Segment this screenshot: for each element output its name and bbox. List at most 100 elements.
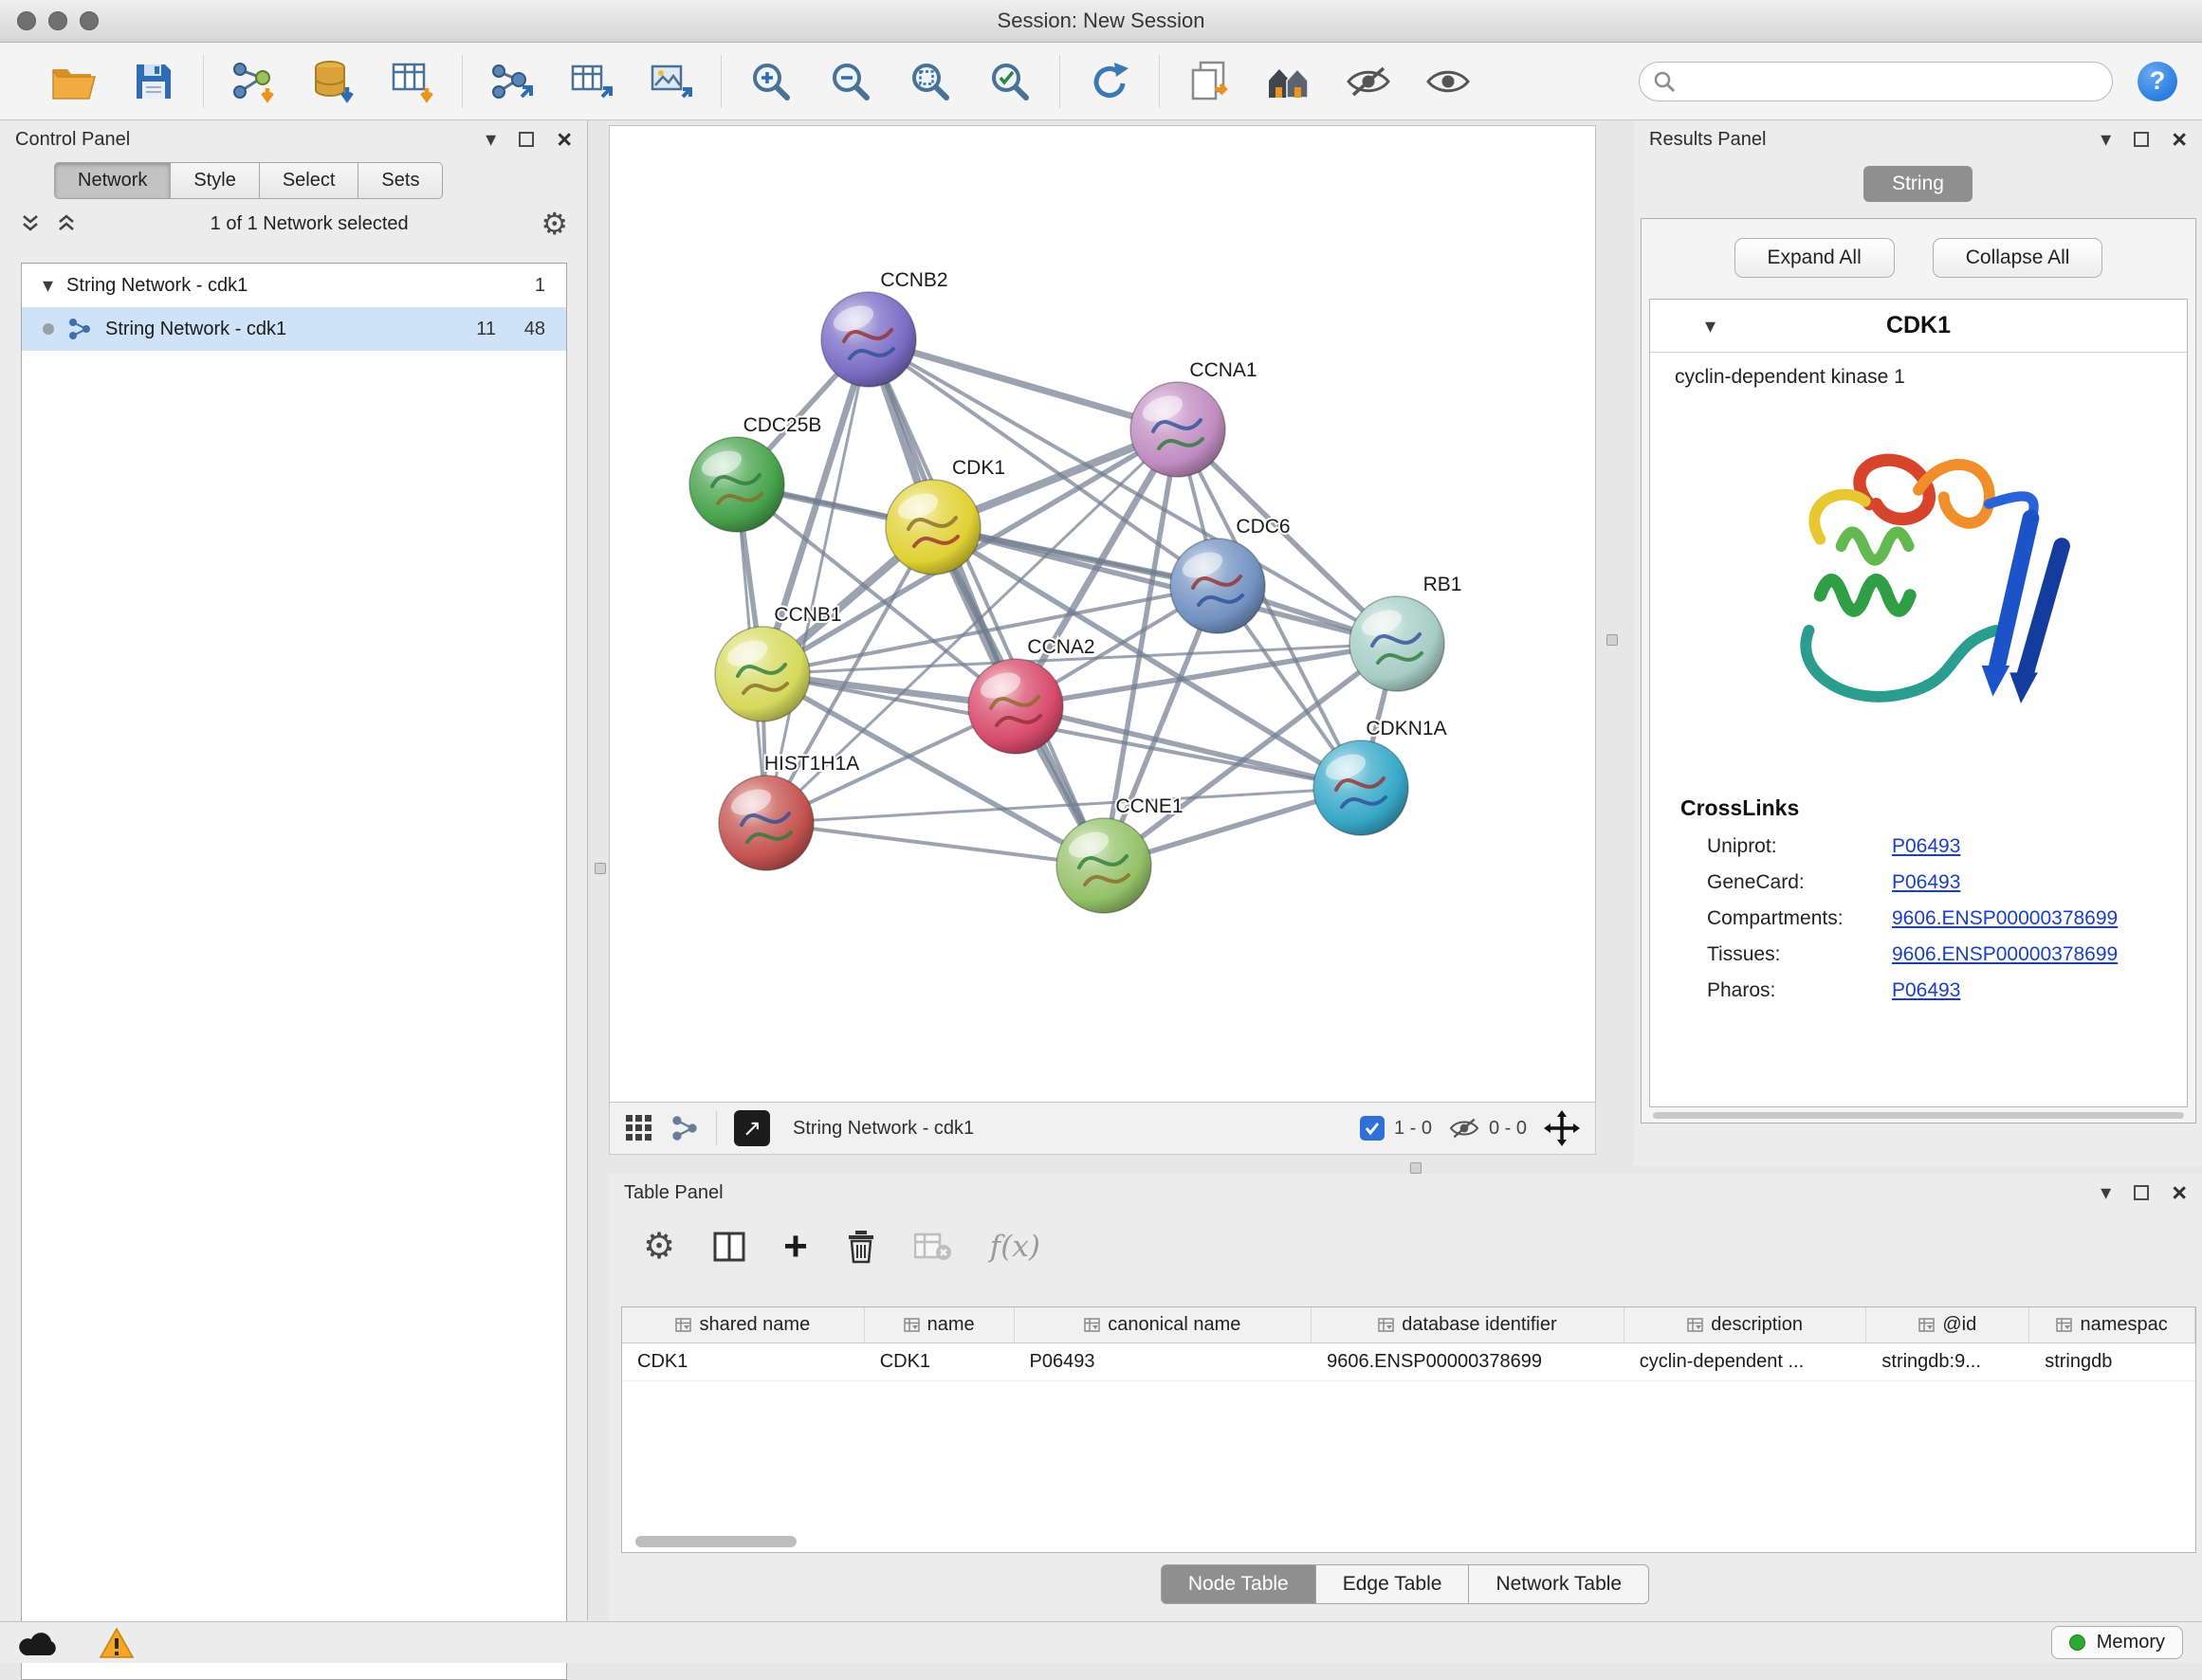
network-edge[interactable] [766,823,1104,866]
import-network-database-button[interactable] [308,57,358,106]
table-cell[interactable]: 9606.ENSP00000378699 [1312,1343,1624,1380]
column-header[interactable]: name [865,1307,1015,1342]
crosslink-link[interactable]: P06493 [1892,835,1960,858]
zoom-out-button[interactable] [826,57,875,106]
network-node-ccnb1[interactable] [715,627,810,721]
detach-view-button[interactable]: ↗ [734,1110,770,1146]
glass-ball-effect-button[interactable] [1344,57,1393,106]
column-header[interactable]: database identifier [1312,1307,1624,1342]
close-panel-icon[interactable]: × [2172,127,2187,153]
zoom-selected-button[interactable] [985,57,1035,106]
network-node-cdc25b[interactable] [689,437,784,532]
network-node-ccne1[interactable] [1056,818,1151,913]
save-session-button[interactable] [129,57,178,106]
panel-menu-icon[interactable]: ▾ [2101,129,2111,150]
table-cell[interactable]: CDK1 [865,1343,1015,1380]
delete-table-icon[interactable] [914,1232,952,1262]
export-image-button[interactable] [647,57,696,106]
crosslink-link[interactable]: P06493 [1892,871,1960,894]
tab-style[interactable]: Style [170,162,259,199]
zoom-in-button[interactable] [746,57,796,106]
network-canvas[interactable]: CCNB2CCNA1CDC25BCDK1CDC6RB1CCNB1CCNA2CDK… [609,125,1596,1103]
table-cell[interactable]: stringdb [2029,1343,2195,1380]
table-horizontal-scrollbar[interactable] [635,1536,797,1547]
string-settings-button[interactable] [1264,57,1313,106]
results-scrollbar[interactable] [1653,1112,2184,1119]
network-from-selection-button[interactable] [487,57,537,106]
float-panel-icon[interactable] [519,132,534,147]
network-node-ccna1[interactable] [1130,382,1225,477]
collapse-all-icon[interactable] [19,212,42,235]
tab-network[interactable]: Network [54,162,171,199]
zoom-fit-button[interactable] [906,57,955,106]
memory-button[interactable]: Memory [2051,1626,2183,1659]
splitter-handle-left[interactable] [595,863,606,874]
network-node-cdk1[interactable] [886,480,981,575]
columns-icon[interactable] [713,1232,745,1262]
panel-menu-icon[interactable]: ▾ [486,129,496,150]
network-node-ccnb2[interactable] [821,292,916,387]
grid-view-icon[interactable] [625,1114,653,1142]
splitter-handle-bottom[interactable] [1410,1162,1422,1174]
tab-select[interactable]: Select [259,162,359,199]
warning-icon[interactable] [99,1627,135,1659]
network-node-cdkn1a[interactable] [1313,740,1408,835]
copy-document-button[interactable] [1184,57,1234,106]
column-header[interactable]: shared name [622,1307,865,1342]
collapse-all-button[interactable]: Collapse All [1933,238,2103,278]
network-edge[interactable] [766,339,869,823]
zoom-window-button[interactable] [80,11,99,30]
close-window-button[interactable] [17,11,36,30]
tab-edge-table[interactable]: Edge Table [1315,1564,1470,1604]
panel-menu-icon[interactable]: ▾ [2101,1182,2111,1203]
network-overview-icon[interactable] [670,1114,699,1142]
table-settings-icon[interactable]: ⚙ [643,1229,675,1265]
network-node-rb1[interactable] [1349,596,1444,691]
function-builder-icon[interactable]: f(x) [990,1230,1040,1264]
float-panel-icon[interactable] [2134,132,2149,147]
expand-all-button[interactable]: Expand All [1734,238,1895,278]
network-row-selected[interactable]: String Network - cdk1 11 48 [22,307,566,351]
protein-section-header[interactable]: ▾ CDK1 [1650,300,2187,353]
open-session-button[interactable] [49,57,99,106]
tab-node-table[interactable]: Node Table [1161,1564,1316,1604]
splitter-handle-right[interactable] [1606,634,1618,646]
network-node-cdc6[interactable] [1170,539,1265,633]
export-table-button[interactable] [567,57,616,106]
network-node-ccna2[interactable] [968,659,1063,754]
network-node-hist1h1a[interactable] [719,776,814,870]
section-collapse-icon[interactable]: ▾ [1705,316,1716,337]
search-input[interactable] [1685,70,2099,92]
table-cell[interactable]: cyclin-dependent ... [1624,1343,1867,1380]
delete-column-icon[interactable] [846,1230,876,1264]
column-header[interactable]: namespac [2029,1307,2195,1342]
network-edge[interactable] [869,339,1178,429]
table-row[interactable]: CDK1CDK1P064939606.ENSP00000378699cyclin… [622,1343,2195,1381]
expand-all-icon[interactable] [55,212,78,235]
table-cell[interactable]: CDK1 [622,1343,865,1380]
import-table-button[interactable] [388,57,437,106]
cloud-icon[interactable] [19,1629,61,1657]
help-button[interactable]: ? [2138,62,2177,101]
crosslink-link[interactable]: 9606.ENSP00000378699 [1892,943,2118,966]
network-edge[interactable] [869,339,1104,866]
close-panel-icon[interactable]: × [557,127,572,153]
network-collection-row[interactable]: ▾ String Network - cdk1 1 [22,264,566,307]
tree-expand-icon[interactable]: ▾ [43,275,53,296]
table-cell[interactable]: P06493 [1015,1343,1312,1380]
column-header[interactable]: description [1624,1307,1867,1342]
selected-checkbox-icon[interactable] [1360,1116,1385,1141]
float-panel-icon[interactable] [2134,1185,2149,1200]
gear-icon[interactable]: ⚙ [541,209,568,239]
close-panel-icon[interactable]: × [2172,1180,2187,1206]
tab-network-table[interactable]: Network Table [1468,1564,1649,1604]
column-header[interactable]: canonical name [1015,1307,1312,1342]
column-header[interactable]: @id [1866,1307,2029,1342]
hidden-eye-icon[interactable] [1449,1117,1479,1140]
tab-sets[interactable]: Sets [358,162,443,199]
add-column-icon[interactable]: + [783,1226,808,1268]
apply-layout-button[interactable] [1085,57,1134,106]
pan-crosshair-icon[interactable] [1544,1110,1580,1146]
minimize-window-button[interactable] [48,11,67,30]
crosslink-link[interactable]: 9606.ENSP00000378699 [1892,907,2118,930]
